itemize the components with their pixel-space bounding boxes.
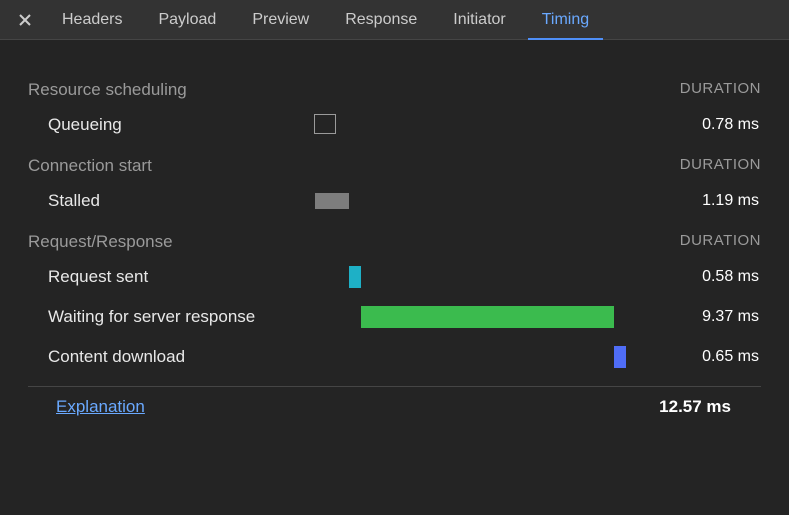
timing-panel: Resource scheduling DURATION Queueing 0.…: [0, 40, 789, 427]
row-download: Content download 0.65 ms: [28, 346, 761, 368]
duration-header: DURATION: [680, 156, 761, 176]
row-value: 0.78 ms: [628, 116, 761, 134]
row-label: Stalled: [28, 190, 258, 212]
section-header-connection: Connection start DURATION: [28, 156, 761, 176]
row-request-sent: Request sent 0.58 ms: [28, 266, 761, 288]
waterfall-bar-waiting: [258, 306, 628, 328]
total-duration: 12.57 ms: [659, 397, 731, 417]
row-value: 9.37 ms: [628, 308, 761, 326]
row-label: Request sent: [28, 266, 258, 288]
tab-headers[interactable]: Headers: [48, 0, 136, 40]
row-queueing: Queueing 0.78 ms: [28, 114, 761, 136]
waterfall-bar-download: [258, 346, 628, 368]
tab-payload[interactable]: Payload: [144, 0, 230, 40]
tab-timing[interactable]: Timing: [528, 0, 603, 40]
section-title: Connection start: [28, 156, 152, 176]
tab-bar: Headers Payload Preview Response Initiat…: [0, 0, 789, 40]
tab-initiator[interactable]: Initiator: [439, 0, 519, 40]
close-icon[interactable]: [10, 0, 40, 40]
tab-response[interactable]: Response: [331, 0, 431, 40]
section-title: Resource scheduling: [28, 80, 187, 100]
row-label: Content download: [28, 346, 258, 368]
section-header-scheduling: Resource scheduling DURATION: [28, 80, 761, 100]
section-header-reqres: Request/Response DURATION: [28, 232, 761, 252]
row-label: Queueing: [28, 114, 258, 136]
row-value: 0.65 ms: [628, 348, 761, 366]
tab-preview[interactable]: Preview: [238, 0, 323, 40]
explanation-link[interactable]: Explanation: [56, 397, 145, 417]
row-waiting: Waiting for server response 9.37 ms: [28, 306, 761, 328]
waterfall-bar-stalled: [258, 190, 628, 212]
row-label: Waiting for server response: [28, 306, 258, 328]
row-stalled: Stalled 1.19 ms: [28, 190, 761, 212]
timing-footer: Explanation 12.57 ms: [28, 386, 761, 417]
section-title: Request/Response: [28, 232, 173, 252]
row-value: 0.58 ms: [628, 268, 761, 286]
row-value: 1.19 ms: [628, 192, 761, 210]
duration-header: DURATION: [680, 80, 761, 100]
waterfall-bar-queueing: [258, 114, 628, 136]
waterfall-bar-sent: [258, 266, 628, 288]
duration-header: DURATION: [680, 232, 761, 252]
